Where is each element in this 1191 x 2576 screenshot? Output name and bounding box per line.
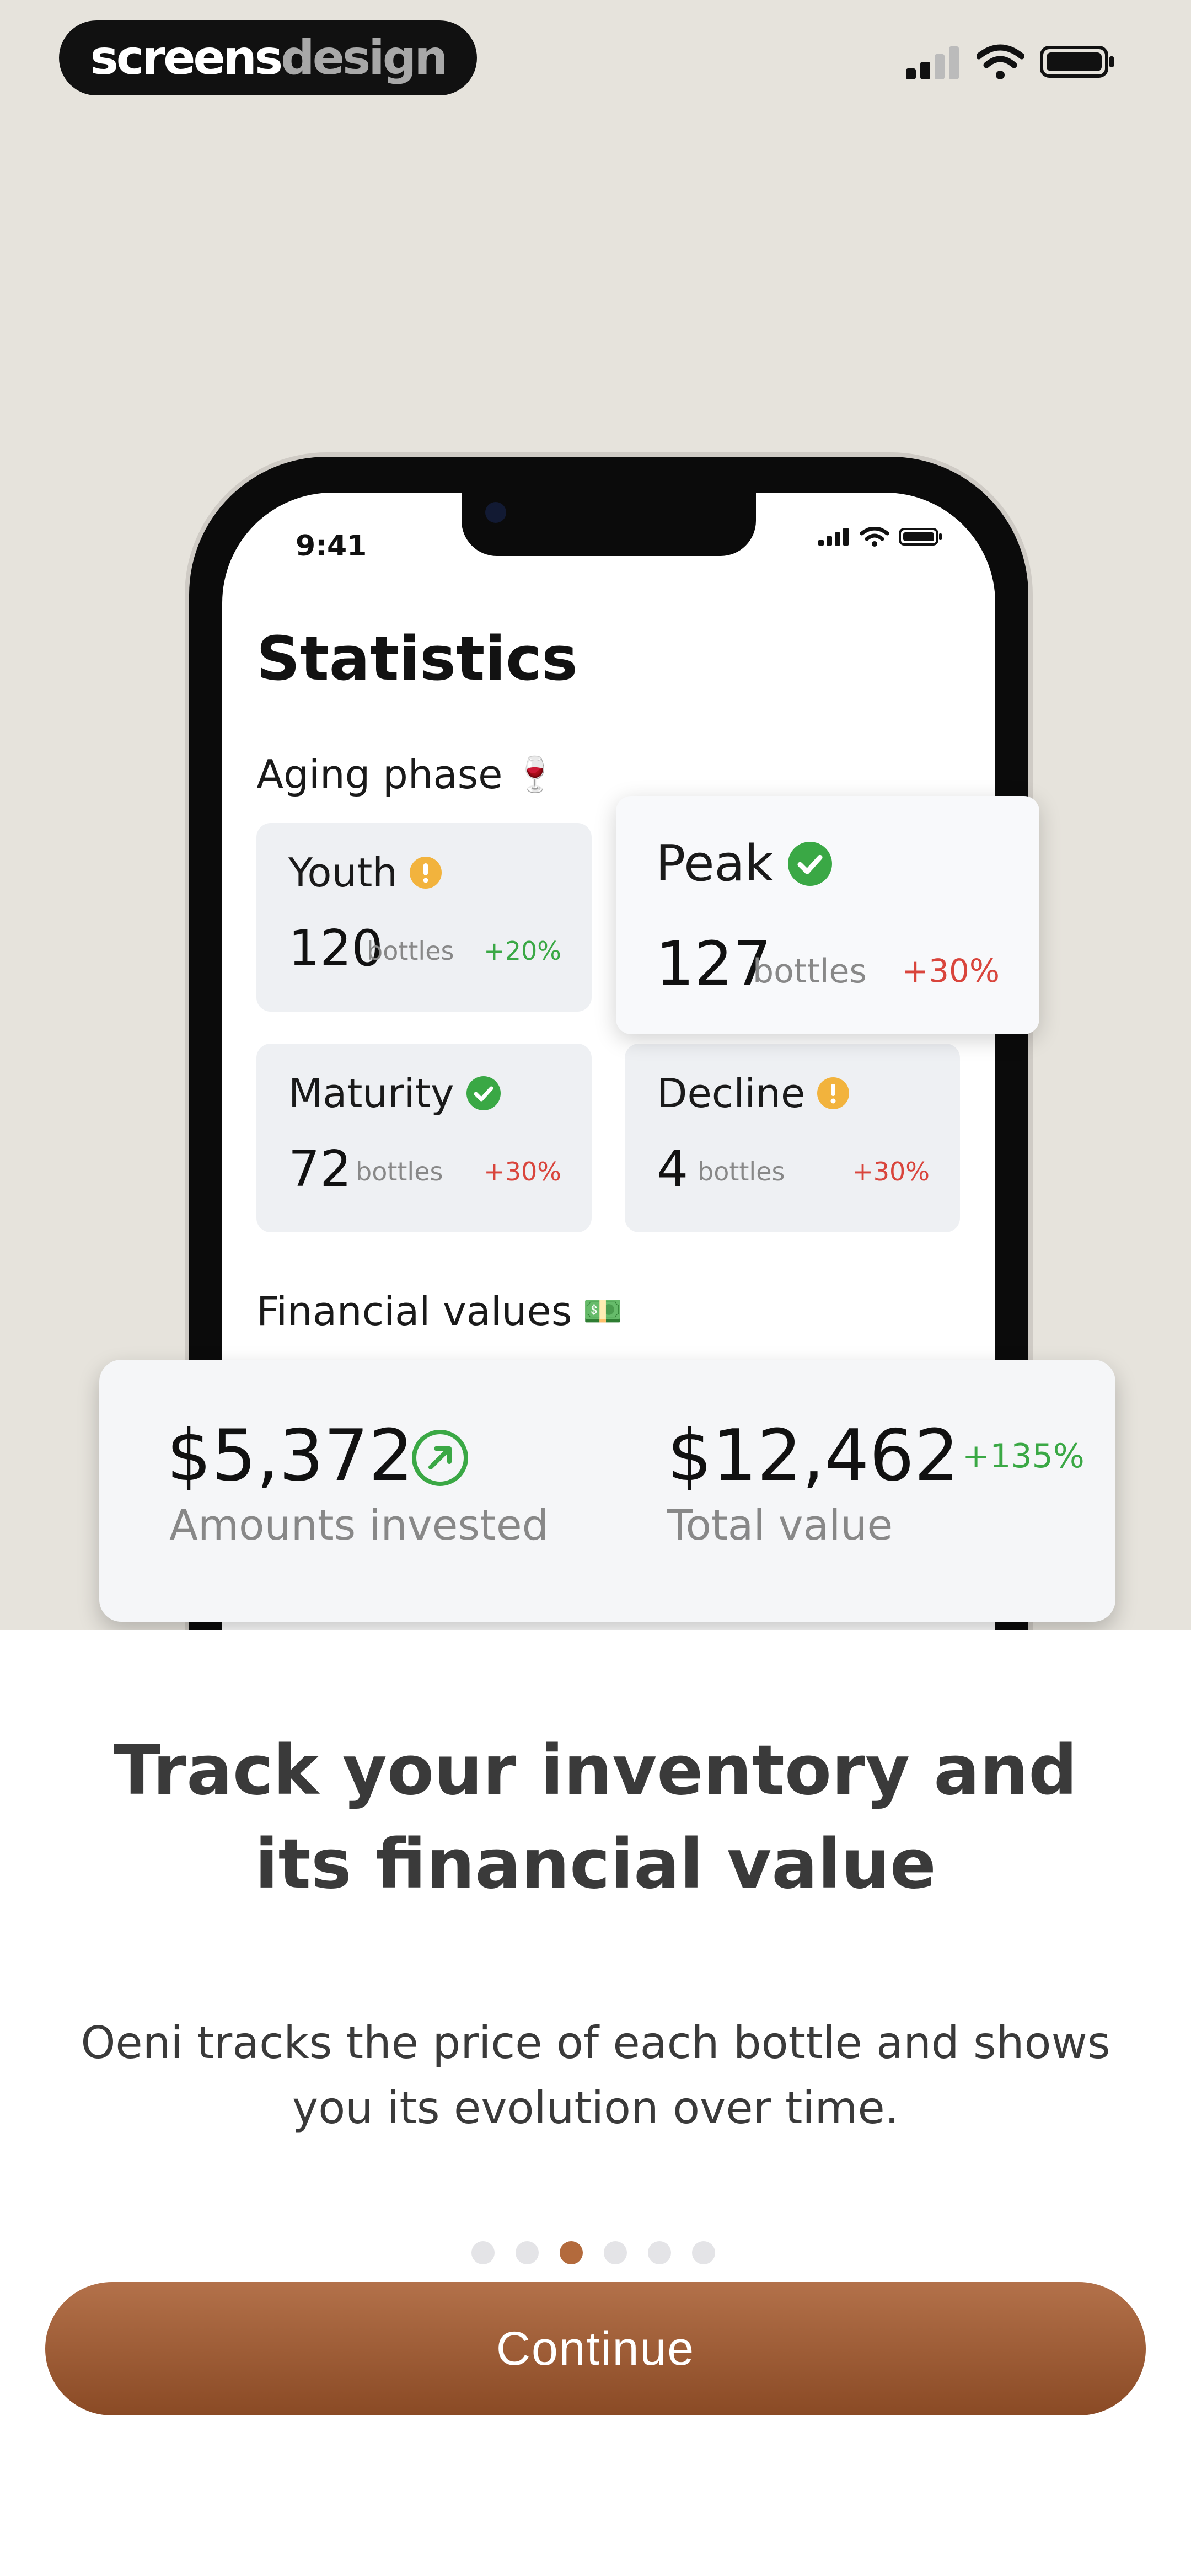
aging-phase-label: Aging phase: [256, 751, 503, 798]
page-dot[interactable]: [516, 2241, 539, 2264]
financial-values-label: Financial values: [256, 1288, 572, 1334]
mockup-time: 9:41: [296, 530, 367, 563]
onboarding-description: Oeni tracks the price of each bottle and…: [81, 2017, 1110, 2134]
warning-icon: [409, 857, 442, 889]
card-decline-label: Decline: [657, 1070, 850, 1116]
card-peak-change: +30%: [902, 952, 1000, 990]
card-maturity: Maturity 72 bottles +30%: [256, 1044, 592, 1232]
onboarding-headline: Track your inventory and its financial v…: [114, 1731, 1077, 1904]
phone-notch: [462, 491, 756, 556]
onboarding-sheet: Track your inventory and its financial v…: [0, 1630, 1191, 2576]
card-youth-label: Youth: [288, 849, 442, 896]
card-decline-change: +30%: [852, 1157, 930, 1187]
brand-logo-part1: screens: [90, 30, 283, 85]
card-decline: Decline 4 bottles +30%: [625, 1044, 960, 1232]
aging-phase-heading: Aging phase 🍷: [256, 751, 556, 798]
card-maturity-unit: bottles: [356, 1157, 443, 1187]
mockup-status-icons: [818, 527, 943, 547]
signal-icon: [906, 46, 959, 79]
total-value-label: Total value: [667, 1500, 893, 1549]
trend-up-icon: [412, 1430, 468, 1486]
wifi-icon: [977, 44, 1024, 79]
brand-logo: screens design: [59, 20, 477, 95]
mockup-signal-icon: [818, 528, 849, 546]
card-youth-title: Youth: [288, 849, 398, 896]
total-value-change: +135%: [962, 1437, 1085, 1476]
money-icon: 💵: [583, 1292, 623, 1330]
page-dot-active[interactable]: [560, 2241, 583, 2264]
financial-summary-card: $5,372 Amounts invested $12,462 +135% To…: [99, 1360, 1115, 1622]
card-peak-unit: bottles: [753, 952, 867, 991]
card-peak-title: Peak: [656, 835, 774, 892]
mockup-title: Statistics: [256, 623, 578, 694]
mockup-wifi-icon: [860, 527, 889, 547]
page-dot[interactable]: [604, 2241, 627, 2264]
card-decline-unit: bottles: [698, 1157, 785, 1187]
card-maturity-title: Maturity: [288, 1070, 454, 1116]
amount-invested-value: $5,372: [167, 1415, 414, 1497]
card-decline-title: Decline: [657, 1070, 806, 1116]
card-youth: Youth 120 bottles +20%: [256, 823, 592, 1012]
battery-icon: [1040, 46, 1114, 78]
brand-logo-part2: design: [281, 30, 448, 85]
camera-icon: [485, 502, 506, 523]
status-bar-icons: [906, 44, 1117, 79]
card-peak: Peak 127 bottles +30%: [616, 796, 1039, 1034]
page-dot[interactable]: [648, 2241, 671, 2264]
page-indicator: [471, 2241, 715, 2264]
financial-values-heading: Financial values 💵: [256, 1288, 623, 1334]
card-decline-value: 4: [657, 1140, 689, 1198]
check-icon: [787, 841, 832, 886]
card-youth-change: +20%: [484, 936, 561, 966]
page-dot[interactable]: [471, 2241, 495, 2264]
card-peak-label: Peak: [656, 835, 832, 892]
total-value: $12,462: [667, 1415, 959, 1497]
amount-invested-label: Amounts invested: [169, 1500, 549, 1549]
card-maturity-value: 72: [288, 1140, 352, 1198]
wine-glass-icon: 🍷: [513, 754, 556, 794]
card-maturity-change: +30%: [484, 1157, 561, 1187]
hero-illustration: screens design 9:41 Statistics Aging pha…: [0, 0, 1191, 1630]
card-youth-unit: bottles: [367, 936, 454, 966]
warning-icon: [817, 1077, 850, 1109]
continue-button[interactable]: Continue: [45, 2282, 1146, 2415]
page-dot[interactable]: [692, 2241, 715, 2264]
check-icon: [466, 1076, 501, 1110]
mockup-battery-icon: [899, 528, 942, 546]
card-maturity-label: Maturity: [288, 1070, 501, 1116]
